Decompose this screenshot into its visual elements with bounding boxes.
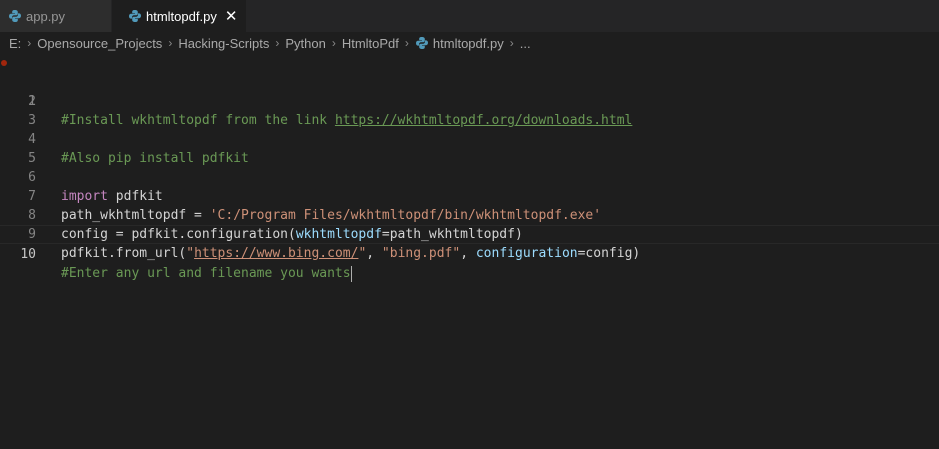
line-code: pdfkit.from_url("https://www.bing.com/",… [61, 244, 640, 263]
tab-label: app.py [26, 8, 66, 24]
chevron-right-icon: › [509, 36, 514, 50]
string-token: "bing.pdf" [381, 246, 461, 261]
code-line: 4 #Also pip install pdfkit [0, 111, 939, 166]
url-token[interactable]: https://www.bing.com/ [194, 246, 358, 261]
code-line: 8 config = pdfkit.configuration(wkhtmlto… [0, 187, 939, 242]
code-token: pdfkit.from_url( [61, 246, 187, 261]
close-icon[interactable]: ✕ [225, 9, 238, 24]
line-number: 10 [20, 247, 36, 262]
breadcrumb: E: › Opensource_Projects › Hacking-Scrip… [0, 32, 939, 54]
code-token: , [366, 246, 382, 261]
comment-text: #Enter any url and filename you wants [61, 266, 351, 281]
code-token: , [460, 246, 476, 261]
tab-htmltopdf-py[interactable]: htmltopdf.py ✕ [112, 0, 246, 32]
breadcrumb-item-drive[interactable]: E: [9, 36, 21, 51]
code-line: 9 pdfkit.from_url("https://www.bing.com/… [0, 206, 939, 261]
python-icon [9, 10, 21, 22]
breadcrumb-item-file[interactable]: htmltopdf.py [415, 36, 504, 51]
breadcrumb-file-label: htmltopdf.py [432, 35, 504, 51]
tab-bar: app.py htmltopdf.py ✕ [0, 0, 939, 32]
code-line: 5 [0, 130, 939, 166]
chevron-right-icon: › [275, 36, 280, 50]
code-line: 6 import pdfkit [0, 149, 939, 204]
chevron-right-icon: › [168, 36, 173, 50]
breadcrumb-item-htmltopdf[interactable]: HtmltoPdf [342, 36, 399, 51]
code-line-current: 10 #Enter any url and filename you wants [0, 225, 939, 282]
line-code: #Enter any url and filename you wants [61, 264, 352, 283]
chevron-right-icon: › [27, 36, 32, 50]
text-cursor [350, 265, 352, 282]
chevron-right-icon: › [331, 36, 336, 50]
breadcrumb-item-hacking-scripts[interactable]: Hacking-Scripts [178, 36, 269, 51]
code-line: 3 [0, 92, 939, 128]
chevron-right-icon: › [404, 36, 409, 50]
code-line: 2 #Install wkhtmltopdf from the link htt… [0, 73, 939, 128]
code-line: 7 path_wkhtmltopdf = 'C:/Program Files/w… [0, 168, 939, 223]
string-token: " [186, 246, 195, 261]
breakpoint-dot-icon[interactable] [1, 60, 7, 66]
param-token: configuration [475, 246, 578, 261]
breadcrumb-more[interactable]: ... [520, 36, 531, 51]
breadcrumb-item-opensource-projects[interactable]: Opensource_Projects [37, 36, 162, 51]
python-icon [415, 37, 428, 49]
code-token: =config) [577, 246, 641, 261]
breadcrumb-item-python[interactable]: Python [285, 36, 325, 51]
tab-app-py[interactable]: app.py [0, 0, 112, 32]
python-icon [129, 10, 141, 22]
code-editor[interactable]: 1 2 #Install wkhtmltopdf from the link h… [0, 54, 939, 449]
code-line: 1 [0, 54, 939, 109]
tab-label: htmltopdf.py [146, 8, 217, 24]
